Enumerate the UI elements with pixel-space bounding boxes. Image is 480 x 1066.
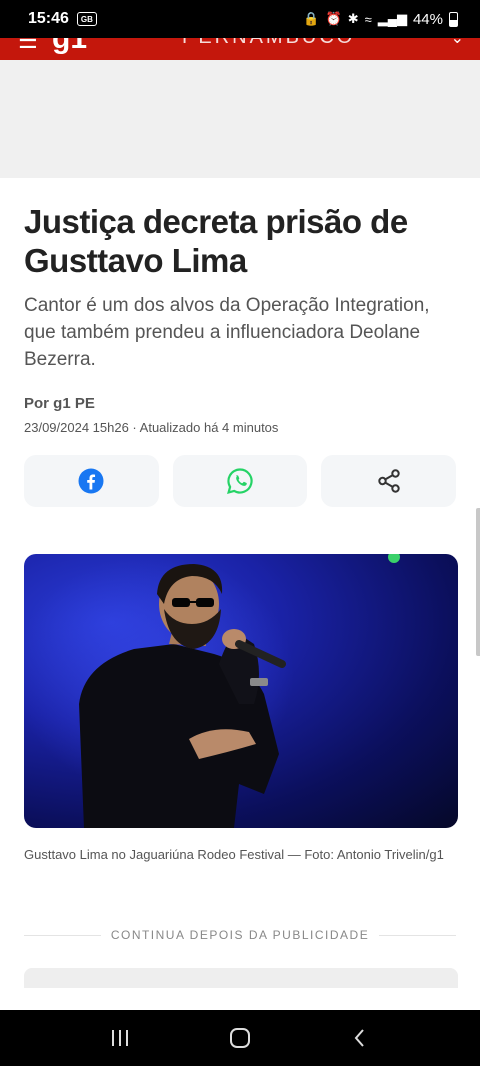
bluetooth-icon: ✱ <box>347 11 359 26</box>
lock-icon: 🔒 <box>303 11 320 26</box>
article-headline: Justiça decreta prisão de Gusttavo Lima <box>24 203 408 279</box>
system-nav-bar <box>0 1010 480 1066</box>
ad-divider: CONTINUA DEPOIS DA PUBLICIDADE <box>24 928 457 942</box>
facebook-icon <box>78 468 104 494</box>
edge-panel-handle[interactable] <box>476 508 480 656</box>
signal-icon: ▂▄▆ <box>377 11 407 26</box>
site-logo[interactable]: g1 <box>52 38 87 56</box>
divider-line-left <box>24 934 101 936</box>
back-icon[interactable] <box>348 1027 372 1049</box>
share-icon <box>377 469 400 493</box>
divider-line-right <box>379 934 457 936</box>
article-photo[interactable] <box>24 554 458 828</box>
share-whatsapp-button[interactable] <box>172 455 308 507</box>
gallery-notification-icon: GB <box>76 12 97 26</box>
share-more-button[interactable] <box>321 455 457 507</box>
menu-icon[interactable]: ☰ <box>18 38 38 54</box>
status-time: 15:46 <box>28 10 69 27</box>
alarm-icon: ⏰ <box>325 11 342 26</box>
whatsapp-icon <box>227 468 253 494</box>
ad-label: CONTINUA DEPOIS DA PUBLICIDADE <box>110 928 370 942</box>
battery-percent: 44% <box>412 10 443 28</box>
article-byline: Por g1 PE <box>24 395 95 412</box>
status-icons: 🔒 ⏰ ✱ ≈ ▂▄▆ 44% <box>303 11 458 28</box>
ad-slot <box>24 968 458 988</box>
article-subtitle: Cantor é um dos alvos da Operação Integr… <box>24 295 430 370</box>
site-header: ☰ g1 PERNAMBUCO ⌄ <box>0 38 480 60</box>
wifi-icon: ≈ <box>364 11 372 27</box>
ad-banner <box>0 60 480 178</box>
home-icon[interactable] <box>228 1027 252 1049</box>
singer-photo-illustration <box>24 554 400 828</box>
region-selector[interactable]: PERNAMBUCO <box>182 38 355 49</box>
battery-icon <box>449 11 458 27</box>
status-bar: 15:46 GB 🔒 ⏰ ✱ ≈ ▂▄▆ 44% <box>0 0 480 38</box>
recent-apps-icon[interactable] <box>108 1027 132 1049</box>
share-row <box>24 455 457 507</box>
photo-caption: Gusttavo Lima no Jaguariúna Rodeo Festiv… <box>24 847 444 862</box>
article-date: 23/09/2024 15h26 · Atualizado há 4 minut… <box>24 420 279 435</box>
article: Justiça decreta prisão de Gusttavo Lima … <box>0 178 480 988</box>
chevron-down-icon[interactable]: ⌄ <box>451 38 464 48</box>
share-facebook-button[interactable] <box>24 455 159 507</box>
